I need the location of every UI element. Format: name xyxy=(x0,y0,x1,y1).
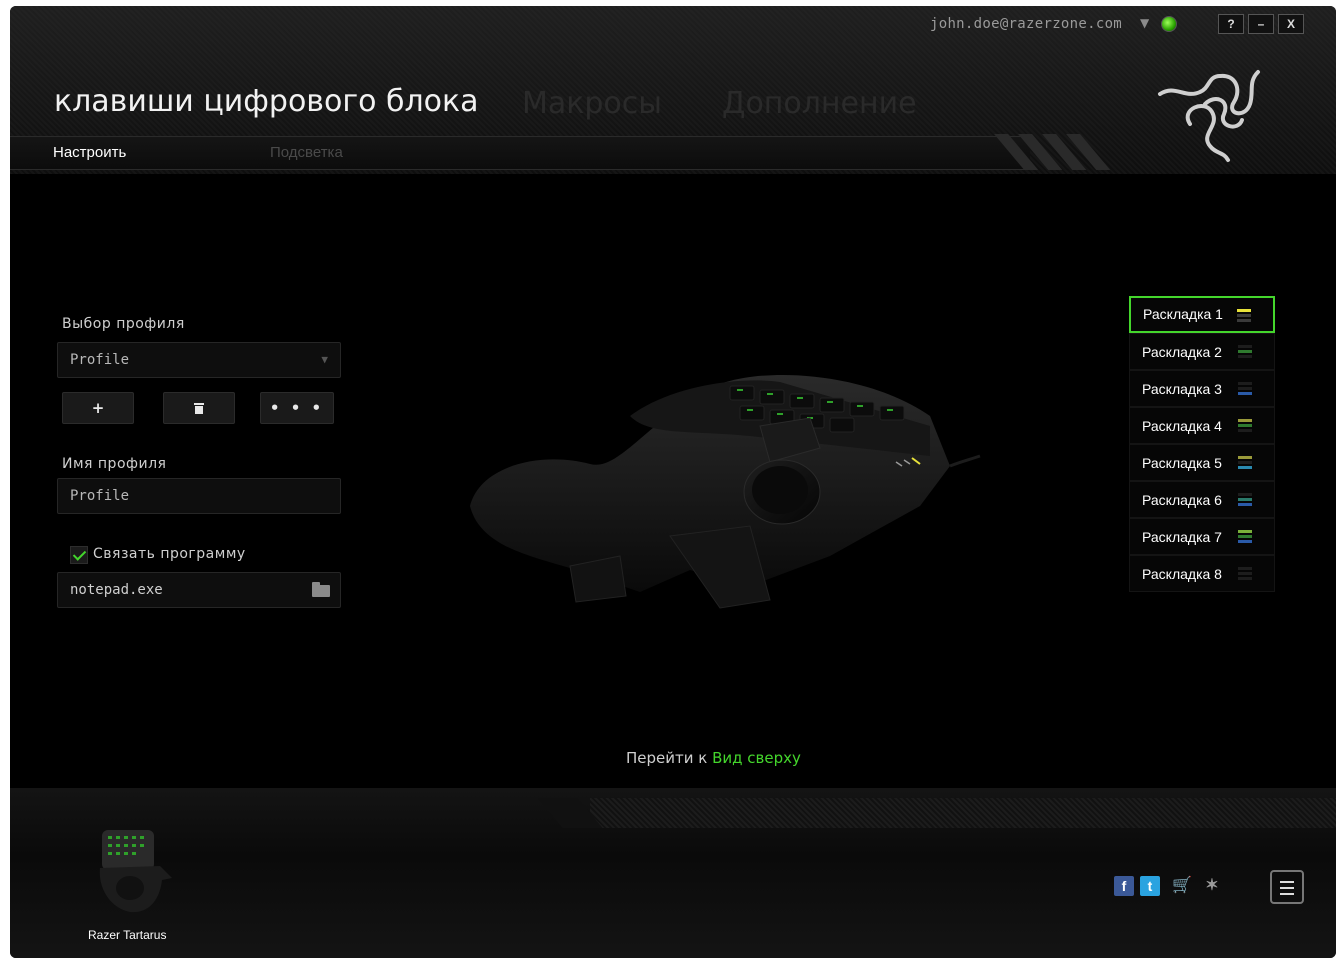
layout-label: Раскладка 7 xyxy=(1142,529,1222,545)
layout-item-5[interactable]: Раскладка 5 xyxy=(1129,444,1275,481)
subtab-lighting[interactable]: Подсветка xyxy=(270,144,343,161)
folder-icon[interactable] xyxy=(312,582,330,597)
view-switch-prefix: Перейти к xyxy=(626,749,708,767)
layout-label: Раскладка 3 xyxy=(1142,381,1222,397)
layout-color-indicator xyxy=(1237,309,1251,323)
layout-item-3[interactable]: Раскладка 3 xyxy=(1129,370,1275,407)
layout-label: Раскладка 8 xyxy=(1142,566,1222,582)
device-image xyxy=(470,374,981,609)
minimize-button[interactable]: – xyxy=(1248,14,1274,34)
profile-select-label: Выбор профиля xyxy=(62,316,185,332)
page-title: клавиши цифрового блока xyxy=(54,84,479,119)
cart-icon[interactable]: 🛒 xyxy=(1172,876,1192,896)
layout-item-4[interactable]: Раскладка 4 xyxy=(1129,407,1275,444)
program-path-input[interactable]: notepad.exe xyxy=(57,572,341,608)
razer-icon[interactable]: ✶ xyxy=(1202,876,1222,896)
link-program-label: Связать программу xyxy=(93,546,246,562)
view-switch: Перейти к Вид сверху xyxy=(626,749,801,767)
layout-item-2[interactable]: Раскладка 2 xyxy=(1129,333,1275,370)
subtab-customize[interactable]: Настроить xyxy=(53,144,126,161)
twitter-icon[interactable]: t xyxy=(1140,876,1160,896)
layout-color-indicator xyxy=(1238,567,1252,581)
close-button[interactable]: X xyxy=(1278,14,1304,34)
device-thumbnail-icon[interactable] xyxy=(90,818,180,918)
header-stripes xyxy=(990,134,1120,170)
layout-label: Раскладка 2 xyxy=(1142,344,1222,360)
layout-color-indicator xyxy=(1238,530,1252,544)
main-menu-button[interactable] xyxy=(1270,870,1304,904)
layout-color-indicator xyxy=(1238,456,1252,470)
link-program-checkbox[interactable] xyxy=(70,546,88,564)
layout-color-indicator xyxy=(1238,419,1252,433)
chevron-down-icon: ▼ xyxy=(321,353,328,366)
layout-label: Раскладка 4 xyxy=(1142,418,1222,434)
account-dropdown-icon[interactable]: ▼ xyxy=(1140,16,1149,30)
trash-icon xyxy=(194,403,204,414)
layout-list: Раскладка 1 Раскладка 2 Раскладка 3 Раск… xyxy=(1129,296,1275,592)
help-button[interactable]: ? xyxy=(1218,14,1244,34)
footer-band xyxy=(590,798,1336,828)
delete-profile-button[interactable] xyxy=(163,392,235,424)
account-email[interactable]: john.doe@razerzone.com xyxy=(930,16,1122,32)
facebook-icon[interactable]: f xyxy=(1114,876,1134,896)
device-name: Razer Tartarus xyxy=(88,928,167,942)
program-path-value: notepad.exe xyxy=(70,582,163,598)
layout-color-indicator xyxy=(1238,382,1252,396)
subtab-bar xyxy=(10,136,1030,170)
layout-item-6[interactable]: Раскладка 6 xyxy=(1129,481,1275,518)
profile-dropdown-value: Profile xyxy=(70,352,130,368)
more-options-button[interactable]: • • • xyxy=(260,392,334,424)
tab-extras[interactable]: Дополнение xyxy=(722,86,917,121)
layout-item-8[interactable]: Раскладка 8 xyxy=(1129,555,1275,592)
layout-color-indicator xyxy=(1238,345,1252,359)
layout-item-1[interactable]: Раскладка 1 xyxy=(1129,296,1275,333)
synapse-window: john.doe@razerzone.com ▼ ? – X клавиши ц… xyxy=(10,6,1336,958)
layout-label: Раскладка 1 xyxy=(1143,306,1223,322)
profile-name-label: Имя профиля xyxy=(62,456,167,472)
profile-name-input[interactable]: Profile xyxy=(57,478,341,514)
profile-dropdown[interactable]: Profile ▼ xyxy=(57,342,341,378)
top-view-link[interactable]: Вид сверху xyxy=(712,749,801,767)
tab-macros[interactable]: Макросы xyxy=(522,86,662,121)
layout-label: Раскладка 6 xyxy=(1142,492,1222,508)
add-profile-button[interactable]: + xyxy=(62,392,134,424)
razer-logo-icon xyxy=(1158,70,1260,162)
layout-item-7[interactable]: Раскладка 7 xyxy=(1129,518,1275,555)
layout-label: Раскладка 5 xyxy=(1142,455,1222,471)
online-status-icon xyxy=(1161,16,1177,32)
layout-color-indicator xyxy=(1238,493,1252,507)
